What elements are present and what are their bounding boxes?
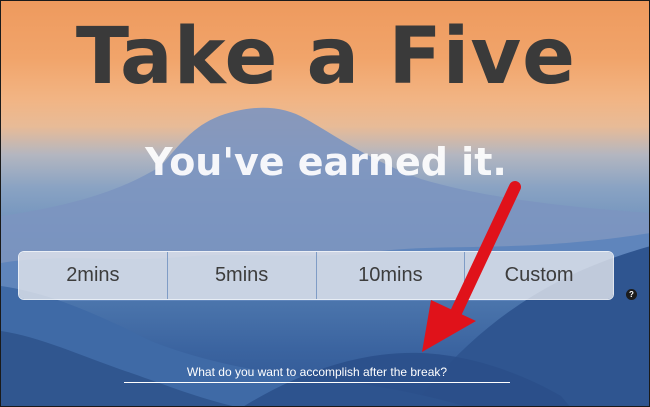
duration-custom-button[interactable]: Custom <box>465 252 613 299</box>
duration-10mins-button[interactable]: 10mins <box>316 252 466 299</box>
duration-2mins-button[interactable]: 2mins <box>19 252 168 299</box>
page-subtitle: You've earned it. <box>145 140 507 184</box>
duration-5mins-button[interactable]: 5mins <box>167 252 317 299</box>
app-window: Take a Five You've earned it. 2mins 5min… <box>0 0 650 407</box>
help-icon[interactable]: ? <box>626 289 637 300</box>
page-title: Take a Five <box>75 12 577 102</box>
duration-selector: 2mins 5mins 10mins Custom <box>18 251 614 300</box>
goal-input[interactable] <box>124 361 510 383</box>
